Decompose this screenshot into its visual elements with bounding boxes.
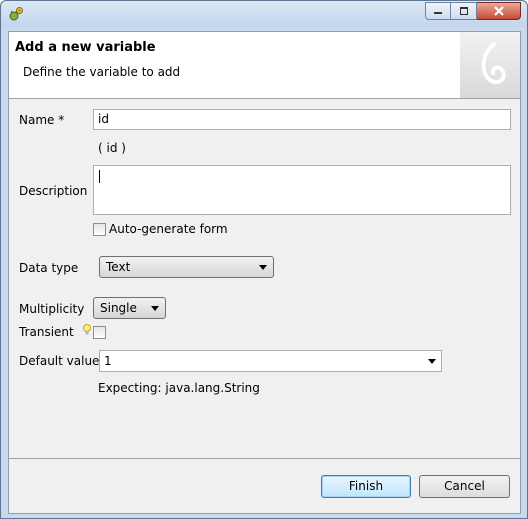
- maximize-button[interactable]: [451, 2, 477, 20]
- page-title: Add a new variable: [15, 40, 156, 55]
- default-value-combo[interactable]: 1: [99, 350, 442, 372]
- page-description: Define the variable to add: [23, 65, 181, 79]
- finish-button[interactable]: Finish: [321, 475, 411, 498]
- datatype-value: Text: [106, 260, 131, 274]
- close-button[interactable]: [477, 2, 521, 20]
- autogen-checkbox[interactable]: [93, 223, 106, 236]
- swirl-logo-icon: [460, 32, 520, 98]
- expecting-hint: Expecting: java.lang.String: [98, 381, 260, 395]
- datatype-label: Data type: [19, 261, 79, 275]
- name-field[interactable]: id: [93, 109, 511, 130]
- description-field[interactable]: [93, 165, 511, 215]
- minimize-button[interactable]: [425, 2, 451, 20]
- multiplicity-select[interactable]: Single: [93, 297, 166, 319]
- datatype-select[interactable]: Text: [99, 256, 274, 278]
- chevron-down-icon[interactable]: [428, 359, 436, 364]
- text-caret: [99, 170, 100, 183]
- button-bar-separator: [9, 458, 520, 459]
- default-value: 1: [104, 354, 112, 368]
- description-label: Description: [19, 184, 88, 198]
- transient-checkbox[interactable]: [93, 326, 106, 339]
- dialog-window: Add a new variable Define the variable t…: [0, 0, 528, 519]
- lightbulb-icon: [83, 324, 91, 335]
- default-value-label: Default value: [19, 354, 100, 368]
- multiplicity-value: Single: [100, 301, 137, 315]
- bug-gear-icon: [9, 7, 23, 21]
- multiplicity-label: Multiplicity: [19, 302, 85, 316]
- name-preview: ( id ): [98, 141, 126, 155]
- minimize-icon: [434, 12, 442, 14]
- maximize-icon: [459, 7, 468, 15]
- autogen-label[interactable]: Auto-generate form: [109, 222, 228, 236]
- transient-label: Transient: [19, 325, 74, 339]
- chevron-down-icon: [151, 306, 159, 311]
- close-icon: [493, 6, 504, 16]
- dialog-client-area: Add a new variable Define the variable t…: [8, 31, 521, 514]
- cancel-button[interactable]: Cancel: [419, 475, 510, 498]
- name-label: Name *: [19, 113, 65, 127]
- title-bar[interactable]: [1, 1, 527, 27]
- chevron-down-icon: [259, 265, 267, 270]
- wizard-header: Add a new variable Define the variable t…: [9, 32, 520, 99]
